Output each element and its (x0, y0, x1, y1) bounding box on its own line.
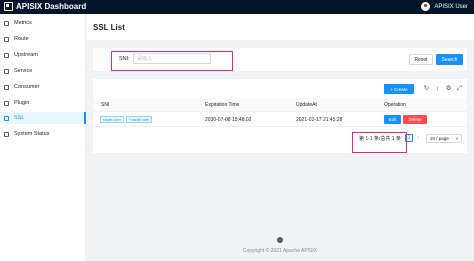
search-button[interactable]: Search (436, 54, 463, 65)
user-label[interactable]: APISIX User (434, 4, 468, 10)
sidebar-item-upstream[interactable]: Upstream (0, 49, 86, 61)
consumer-icon (4, 84, 9, 90)
pagination: 第 1-1 条/总共 1 条 ‹ 1 › 20 / page ▼ (93, 131, 467, 145)
sidebar-item-plugin[interactable]: Plugin (0, 97, 86, 109)
column-header-updated: UpdateAt (296, 102, 317, 108)
edit-button[interactable]: Edit (384, 115, 401, 124)
search-form: SNI: Reset Search (93, 48, 467, 71)
delete-button[interactable]: Delete (403, 115, 427, 124)
chevron-down-icon: ▼ (455, 136, 459, 141)
expiration-cell: 2030-07-08 15:48:02 (205, 117, 252, 123)
sni-tag: route.com (100, 116, 124, 123)
settings-icon[interactable]: ⚙ (445, 85, 452, 92)
sidebar: Metrics Route Upstream Service Consumer … (0, 14, 86, 261)
top-bar: APISIX Dashboard APISIX User (0, 0, 474, 14)
updated-at-cell: 2021-02-17 21:45:28 (296, 117, 343, 123)
ssl-table-card: + Create ↻ ↕ ⚙ ⤢ SNI Expiration Time Upd… (93, 79, 467, 153)
reload-icon[interactable]: ↻ (423, 85, 430, 92)
ssl-icon (4, 115, 9, 121)
sidebar-item-label: Route (14, 36, 29, 42)
table-row: route.com *.route.com 2030-07-08 15:48:0… (93, 112, 467, 127)
column-header-sni: SNI (101, 102, 110, 108)
status-icon (4, 131, 9, 137)
column-header-operation: Operation (384, 102, 406, 108)
page-header: SSL List (87, 14, 474, 40)
sidebar-item-label: Service (14, 68, 33, 74)
prev-page-icon[interactable]: ‹ (398, 134, 404, 142)
sni-input[interactable] (133, 53, 211, 64)
github-icon[interactable] (277, 237, 283, 243)
fullscreen-icon[interactable]: ⤢ (456, 85, 463, 92)
route-icon (4, 36, 9, 42)
user-avatar-icon[interactable] (421, 2, 431, 11)
table-header: SNI Expiration Time UpdateAt Operation (93, 98, 467, 112)
create-button[interactable]: + Create (384, 84, 414, 94)
sidebar-item-label: Metrics (14, 20, 32, 26)
page-size-value: 20 / page (430, 136, 449, 141)
column-header-expiration: Expiration Time (205, 102, 240, 108)
sidebar-item-consumer[interactable]: Consumer (0, 81, 86, 93)
sni-tag: *.route.com (126, 116, 153, 123)
column-height-icon[interactable]: ↕ (434, 85, 441, 92)
sidebar-item-route[interactable]: Route (0, 33, 86, 45)
pagination-total: 第 1-1 条/总共 1 条 (359, 136, 401, 142)
plugin-icon (4, 100, 9, 106)
app-title: APISIX Dashboard (16, 2, 87, 11)
footer-copyright: Copyright © 2021 Apache APISIX (242, 248, 318, 254)
sni-label: SNI: (119, 56, 130, 62)
service-icon (4, 68, 9, 74)
sidebar-item-label: System Status (14, 131, 50, 137)
sidebar-item-label: Upstream (14, 52, 38, 58)
sidebar-item-label: SSL (14, 115, 25, 121)
user-menu[interactable]: APISIX User (421, 2, 468, 11)
upstream-icon (4, 52, 9, 58)
sidebar-item-ssl[interactable]: SSL (0, 112, 86, 124)
sidebar-item-system-status[interactable]: System Status (0, 128, 86, 140)
sidebar-item-service[interactable]: Service (0, 65, 86, 77)
page-title: SSL List (93, 23, 125, 32)
sidebar-item-label: Consumer (14, 84, 40, 90)
apisix-logo-icon (4, 2, 13, 11)
next-page-icon[interactable]: › (415, 134, 421, 142)
sidebar-item-metrics[interactable]: Metrics (0, 17, 86, 29)
page-number[interactable]: 1 (405, 134, 413, 142)
reset-button[interactable]: Reset (409, 54, 433, 65)
sidebar-item-label: Plugin (14, 100, 30, 106)
page-size-select[interactable]: 20 / page ▼ (426, 134, 462, 143)
dashboard-icon (4, 20, 9, 26)
